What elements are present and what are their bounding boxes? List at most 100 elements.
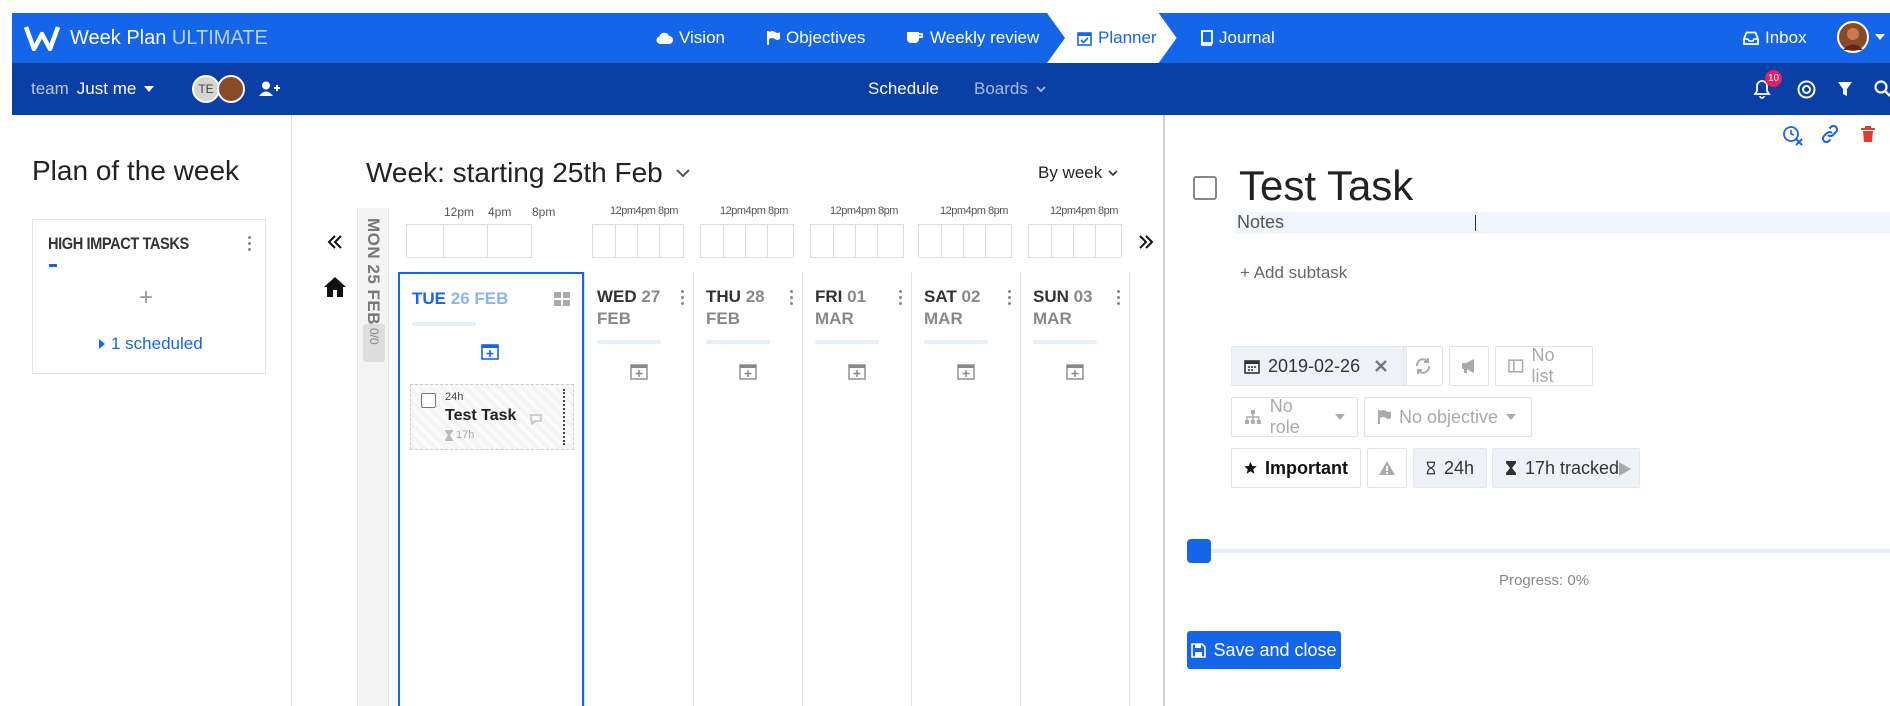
previous-week-icon[interactable]: [327, 234, 343, 250]
section-progress-bar: [49, 264, 57, 267]
tab-boards[interactable]: Boards: [974, 63, 1046, 115]
day-menu-icon[interactable]: [1117, 290, 1121, 308]
day-header-wed: WED 27 FEB: [597, 287, 661, 328]
link-icon[interactable]: [1820, 125, 1840, 143]
nav-inbox[interactable]: Inbox: [1743, 13, 1807, 63]
brand[interactable]: Week Plan ULTIMATE: [24, 13, 268, 63]
day-column-sat[interactable]: SAT 02 MAR: [911, 272, 1020, 706]
hourglass-icon: [1506, 461, 1516, 475]
logo-icon: [24, 26, 60, 51]
task-drag-handle[interactable]: [563, 389, 565, 445]
delete-trash-icon[interactable]: [1860, 125, 1876, 143]
home-icon[interactable]: [322, 275, 348, 299]
megaphone-icon: [1462, 359, 1474, 373]
duration-chip[interactable]: 24h: [1413, 448, 1487, 488]
day-column-thu[interactable]: THU 28 FEB: [693, 272, 802, 706]
app-title: Week Plan: [70, 26, 167, 49]
view-mode-dropdown[interactable]: By week: [1038, 163, 1118, 183]
day-progress-thu: [706, 340, 770, 344]
task-complete-checkbox[interactable]: [1193, 176, 1217, 200]
team-caret-icon: [144, 86, 155, 92]
nav-planner[interactable]: Planner: [1047, 13, 1177, 63]
important-toggle[interactable]: Important: [1231, 448, 1361, 488]
task-card-test-task[interactable]: 24h Test Task 17h: [410, 384, 574, 450]
week-selector[interactable]: Week: starting 25th Feb: [366, 157, 691, 189]
nav-objectives[interactable]: Objectives: [766, 13, 865, 63]
section-menu-icon[interactable]: [248, 236, 252, 254]
member-avatar-initials[interactable]: TE: [192, 75, 220, 103]
notes-input[interactable]: Notes: [1235, 212, 1890, 234]
help-lifebuoy-icon[interactable]: [1797, 80, 1816, 99]
search-icon[interactable]: [1874, 80, 1890, 98]
member-avatar-photo[interactable]: [217, 75, 245, 103]
objective-selector[interactable]: No objective: [1364, 397, 1532, 437]
day-menu-icon[interactable]: [790, 290, 794, 308]
app-edition: ULTIMATE: [171, 26, 268, 49]
timeline-wed: [592, 224, 684, 258]
add-member-icon[interactable]: [259, 81, 281, 97]
star-icon: [1244, 461, 1257, 474]
user-menu-caret-icon[interactable]: [1875, 34, 1885, 40]
day-column-sun[interactable]: SUN 03 MAR: [1020, 272, 1130, 706]
grid-view-icon[interactable]: [554, 292, 570, 306]
week-title: Week: starting 25th Feb: [366, 157, 663, 188]
timeline-label-12pm: 12pm: [444, 205, 475, 219]
user-avatar[interactable]: [1837, 21, 1869, 53]
collapsed-day-count-badge: 0/0: [363, 324, 385, 362]
day-column-wed[interactable]: WED 27 FEB: [584, 272, 693, 706]
task-card-title: Test Task: [445, 407, 517, 424]
day-column-fri[interactable]: FRI 01 MAR: [802, 272, 911, 706]
chevron-down-icon: [1036, 85, 1046, 92]
timeline-sat: [918, 224, 1012, 258]
scheduled-toggle[interactable]: 1 scheduled: [99, 334, 203, 354]
unlink-clock-icon[interactable]: [1782, 125, 1804, 147]
repeat-button[interactable]: [1403, 346, 1443, 386]
task-title[interactable]: Test Task: [1239, 162, 1413, 210]
day-menu-icon[interactable]: [681, 290, 685, 308]
day-header-tue: TUE 26 FEB: [412, 289, 509, 308]
nav-weekly-review[interactable]: Weekly review: [906, 13, 1039, 63]
nav-vision-label: Vision: [679, 28, 725, 47]
task-card-checkbox[interactable]: [421, 393, 436, 408]
add-subtask-button[interactable]: + Add subtask: [1240, 263, 1347, 283]
add-to-calendar-icon[interactable]: [957, 362, 975, 380]
caret-right-icon: [99, 339, 105, 349]
nav-vision[interactable]: Vision: [655, 13, 725, 63]
save-and-close-button[interactable]: Save and close: [1187, 631, 1341, 669]
add-to-calendar-icon[interactable]: [481, 342, 499, 360]
filter-icon[interactable]: [1837, 81, 1853, 97]
day-column-mon-collapsed[interactable]: MON 25 FEB 0/0: [357, 208, 389, 706]
day-column-tue[interactable]: TUE 26 FEB 24h Test Task 17h: [398, 272, 584, 706]
day-menu-icon[interactable]: [1008, 290, 1012, 308]
add-to-calendar-icon[interactable]: [630, 362, 648, 380]
nav-planner-label: Planner: [1098, 28, 1157, 47]
collapsed-day-label: MON 25 FEB: [364, 218, 383, 326]
timeline-labels-thu: 12pm4pm 8pm: [720, 205, 788, 217]
list-selector[interactable]: No list: [1495, 345, 1593, 386]
day-progress-wed: [597, 340, 661, 344]
week-plan-panel: Plan of the week HIGH IMPACT TASKS + 1 s…: [12, 115, 292, 706]
nav-journal[interactable]: Journal: [1199, 13, 1275, 63]
team-selector[interactable]: team Just me: [31, 63, 155, 115]
flag-icon: [767, 31, 780, 45]
tab-schedule[interactable]: Schedule: [868, 63, 939, 115]
urgent-toggle[interactable]: [1367, 448, 1407, 488]
chevron-down-icon: [1506, 414, 1517, 420]
add-task-button[interactable]: +: [139, 284, 153, 312]
next-week-icon[interactable]: [1138, 234, 1154, 250]
coffee-icon: [907, 32, 923, 43]
add-to-calendar-icon[interactable]: [739, 362, 757, 380]
announce-button[interactable]: [1449, 346, 1489, 386]
play-timer-icon[interactable]: [1618, 461, 1632, 477]
sitemap-icon: [1244, 410, 1261, 424]
book-icon: [1200, 30, 1213, 46]
add-to-calendar-icon[interactable]: [848, 362, 866, 380]
day-menu-icon[interactable]: [899, 290, 903, 308]
chevron-down-icon: [1335, 414, 1345, 420]
role-selector[interactable]: No role: [1231, 396, 1358, 437]
progress-slider-thumb[interactable]: [1187, 539, 1211, 563]
clear-date-icon[interactable]: [1375, 360, 1387, 372]
task-card-duration: 24h: [445, 391, 464, 403]
add-to-calendar-icon[interactable]: [1066, 362, 1084, 380]
progress-slider-track[interactable]: [1187, 549, 1890, 553]
